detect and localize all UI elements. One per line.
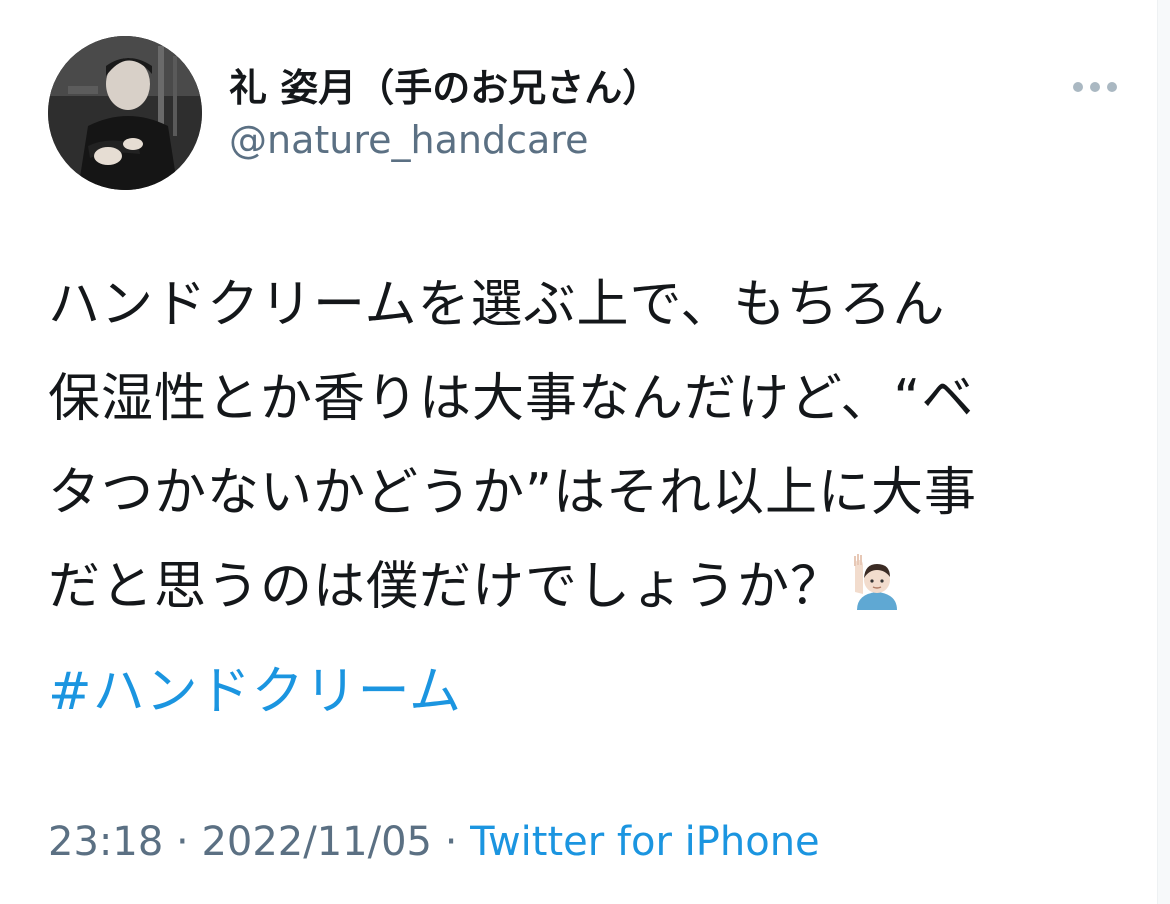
- tweet-text-line: 保湿性とか香りは大事なんだけど、“ベ: [48, 369, 975, 429]
- tweet-text-line-content: だと思うのは僕だけでしょうか？: [48, 557, 844, 617]
- meta-separator: ·: [444, 819, 458, 865]
- raising-hand-emoji-icon: [847, 548, 907, 610]
- tweet-text-line: ハンドクリームを選ぶ上で、もちろん: [48, 275, 946, 335]
- meta-separator: ·: [176, 819, 189, 865]
- user-handle[interactable]: @nature_handcare: [229, 116, 588, 164]
- avatar[interactable]: [48, 36, 202, 190]
- tweet-time[interactable]: 23:18: [48, 819, 163, 865]
- display-name[interactable]: 礼 姿月（手のお兄さん）: [229, 64, 660, 112]
- tweet-source-link[interactable]: Twitter for iPhone: [470, 819, 820, 865]
- more-options-button[interactable]: [1070, 74, 1120, 100]
- tweet-meta: 23:18 · 2022/11/05 · Twitter for iPhone: [48, 814, 820, 870]
- tweet-text: ハンドクリームを選ぶ上で、もちろん 保湿性とか香りは大事なんだけど、“ベ タつか…: [48, 258, 1138, 634]
- more-horizontal-icon: [1073, 82, 1117, 92]
- hashtag-link[interactable]: #ハンドクリーム: [48, 652, 462, 732]
- tweet-detail: 礼 姿月（手のお兄さん） @nature_handcare ハンドクリームを選ぶ…: [0, 0, 1170, 904]
- tweet-text-line-last: だと思うのは僕だけでしょうか？: [48, 540, 1138, 634]
- tweet-date[interactable]: 2022/11/05: [201, 819, 432, 865]
- scrollbar-track[interactable]: [1157, 0, 1170, 904]
- tweet-text-line: タつかないかどうか”はそれ以上に大事: [48, 463, 977, 523]
